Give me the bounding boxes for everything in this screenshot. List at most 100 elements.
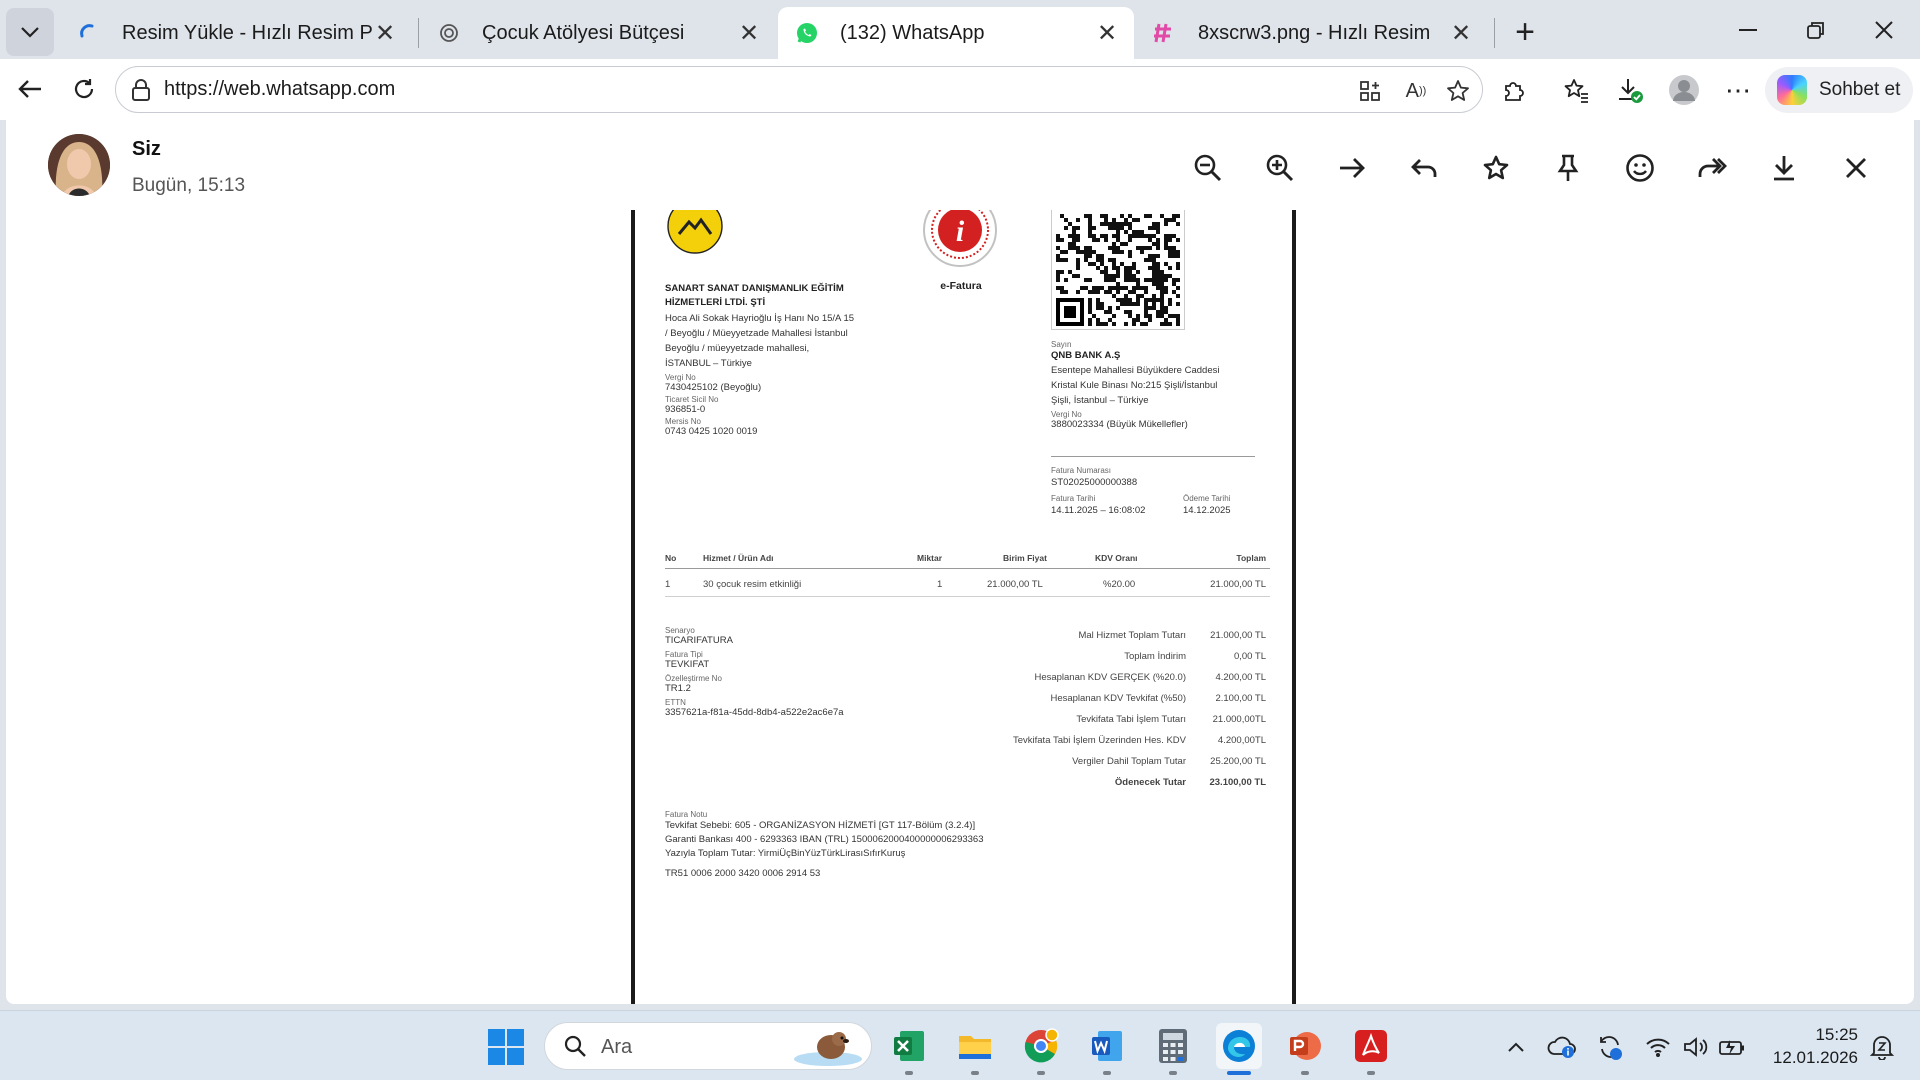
chevron-up-icon [1508,1042,1524,1052]
url-text[interactable]: https://web.whatsapp.com [164,78,395,101]
star-message-button[interactable] [1474,146,1518,190]
invoice-image[interactable]: i e-Fatura SANART SANAT DANIŞMANLIK EĞİT… [631,210,1296,1004]
seller-name: HİZMETLERİ LTDİ. ŞTİ [665,297,766,308]
reply-icon [1411,159,1437,177]
close-tab-icon[interactable]: ✕ [1448,20,1474,47]
close-tab-icon[interactable]: ✕ [1094,20,1120,47]
close-viewer-button[interactable] [1834,146,1878,190]
sender-avatar[interactable] [48,134,110,196]
new-tab-button[interactable]: + [1505,12,1545,52]
profile-avatar-icon[interactable] [1668,74,1700,106]
copilot-chat-button[interactable]: Sohbet et [1765,67,1913,113]
tab-cocuk-atolyesi[interactable]: Çocuk Atölyesi Bütçesi ✕ [420,7,776,59]
close-tab-icon[interactable]: ✕ [372,20,398,47]
more-options-icon[interactable]: ⋯ [1722,74,1754,106]
seller-address-line: İSTANBUL – Türkiye [665,358,752,369]
read-aloud-icon[interactable]: A)) [1402,77,1430,105]
buyer-block: Sayın QNB BANK A.Ş Esentepe Mahallesi Bü… [1051,340,1281,430]
windows-logo-icon [488,1029,524,1065]
qr-code [1051,210,1185,330]
refresh-button[interactable] [62,67,106,111]
summary-value: 4.200,00TL [1217,735,1266,746]
zoom-out-button[interactable] [1186,146,1230,190]
onedrive-status[interactable] [1546,1031,1578,1063]
clock-time: 15:25 [1815,1025,1858,1044]
battery-status[interactable] [1716,1031,1748,1063]
tab-separator [418,18,419,48]
downloads-icon[interactable] [1614,74,1646,106]
favorite-star-icon[interactable] [1444,77,1472,105]
system-clock[interactable]: 15:25 12.01.2026 [1764,1023,1858,1069]
lock-icon [132,79,150,101]
forward-button[interactable] [1690,146,1734,190]
summary-label: Tevkifata Tabi İşlem Üzerinden Hes. KDV [1012,735,1186,746]
running-indicator [1367,1071,1375,1075]
extensions-icon[interactable] [1498,74,1530,106]
seller-name: SANART SANAT DANIŞMANLIK EĞİTİM [665,283,844,294]
app-available-icon[interactable] [1356,77,1384,105]
customization-value: TR1.2 [665,683,691,694]
buyer-tax-value: 3880023334 (Büyük Mükellefler) [1051,419,1188,430]
volume-status[interactable] [1680,1031,1712,1063]
summary-label: Ödenecek Tutar [1114,777,1186,788]
ettn-value: 3357621a-f81a-45dd-8db4-a522e2ac6e7a [665,707,844,718]
summary-row: Tevkifata Tabi İşlem Üzerinden Hes. KDV 4… [1013,735,1266,746]
summary-value: 0,00 TL [1233,651,1266,662]
refresh-icon [74,79,94,99]
close-tab-icon[interactable]: ✕ [736,20,762,47]
tab-actions-menu-button[interactable] [6,8,54,56]
back-button[interactable] [8,67,52,111]
star-icon [1483,155,1509,180]
restore-button[interactable] [1788,8,1844,52]
tab-strip: Resim Yükle - Hızlı Resim Paylaş - H ✕ Ç… [0,0,1920,59]
notifications-button[interactable] [1866,1031,1898,1063]
hizli-resim-icon [1152,20,1178,46]
close-window-button[interactable] [1856,8,1912,52]
table-header-vat: KDV Oranı [1095,553,1138,563]
taskbar-excel[interactable] [886,1023,932,1075]
battery-charging-icon [1719,1040,1744,1055]
restore-icon [1807,22,1824,39]
table-header-total: Toplam [1236,553,1266,563]
wifi-status[interactable] [1642,1031,1674,1063]
taskbar-word[interactable] [1084,1023,1130,1075]
tab-whatsapp[interactable]: (132) WhatsApp ✕ [778,7,1134,59]
taskbar-edge[interactable] [1216,1023,1262,1075]
pin-button[interactable] [1546,146,1590,190]
download-button[interactable] [1762,146,1806,190]
tab-label: 8xscrw3.png - Hızlı Resim [1198,21,1431,44]
table-header-price: Birim Fiyat [1003,553,1047,563]
summary-value: 21.000,00TL [1212,714,1266,725]
tab-resim-yukle[interactable]: Resim Yükle - Hızlı Resim Paylaş - H ✕ [60,7,412,59]
invoice-type-label: Fatura Tipi [665,650,703,659]
taskbar-calculator[interactable] [1150,1023,1196,1075]
taskbar-chrome[interactable] [1018,1023,1064,1075]
notes-line: Tevkifat Sebebi: 605 - ORGANİZASYON HİZM… [665,820,976,831]
divider [1051,456,1255,457]
summary-row: Hesaplanan KDV GERÇEK (%20.0) 4.200,00 TL [1034,672,1266,683]
excel-icon [894,1031,924,1061]
acrobat-icon [1355,1030,1387,1062]
minimize-button[interactable] [1720,8,1776,52]
sender-info[interactable]: Siz Bugün, 15:13 [48,134,245,197]
react-button[interactable] [1618,146,1662,190]
go-to-message-button[interactable] [1330,146,1374,190]
zoom-in-button[interactable] [1258,146,1302,190]
chatgpt-icon [436,20,462,46]
show-hidden-icons-button[interactable] [1500,1031,1532,1063]
scenario-value: TICARIFATURA [665,635,733,646]
table-cell-qty: 1 [937,579,943,590]
sync-status[interactable] [1594,1031,1626,1063]
tab-label: Çocuk Atölyesi Bütçesi [482,21,685,44]
invoice-notes: Fatura Notu Tevkifat Sebebi: 605 - ORGAN… [665,810,1265,881]
address-bar[interactable]: https://web.whatsapp.com A)) [115,66,1483,113]
start-button[interactable] [488,1029,524,1065]
taskbar-search[interactable]: Ara [544,1022,872,1070]
favorites-icon[interactable] [1560,74,1592,106]
table-header-no: No [665,553,677,563]
reply-button[interactable] [1402,146,1446,190]
taskbar-file-explorer[interactable] [952,1023,998,1075]
taskbar-acrobat[interactable] [1348,1023,1394,1075]
taskbar-powerpoint[interactable] [1282,1023,1328,1075]
tab-hizli-resim[interactable]: 8xscrw3.png - Hızlı Resim ✕ [1136,7,1488,59]
